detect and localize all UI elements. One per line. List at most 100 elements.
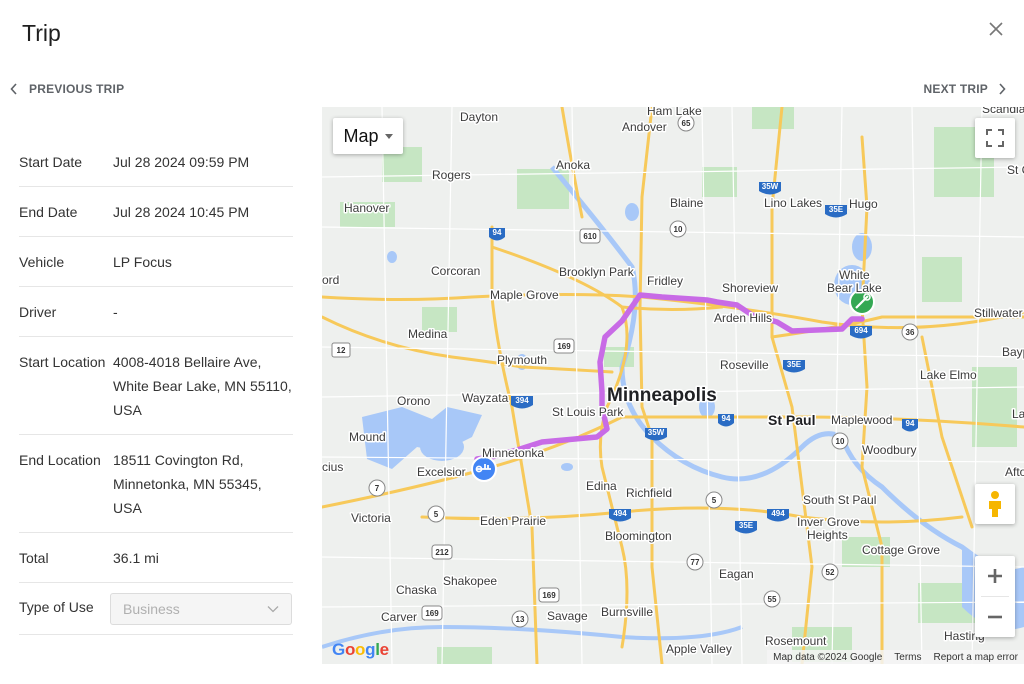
google-logo: Google [332, 640, 389, 659]
svg-text:Shakopee: Shakopee [443, 574, 497, 588]
caret-down-icon [384, 133, 393, 139]
svg-text:Maplewood: Maplewood [831, 413, 892, 427]
svg-text:Eden Prairie: Eden Prairie [480, 514, 546, 528]
svg-text:Minnetonka: Minnetonka [482, 446, 544, 460]
svg-text:La: La [1012, 407, 1024, 421]
svg-text:Lake Elmo: Lake Elmo [920, 368, 977, 382]
svg-text:Plymouth: Plymouth [497, 353, 547, 367]
detail-value: LP Focus [113, 254, 172, 270]
svg-text:Hugo: Hugo [849, 197, 878, 211]
svg-text:394: 394 [515, 396, 529, 405]
detail-row-vehicle: Vehicle LP Focus [19, 237, 293, 287]
svg-text:Brooklyn Park: Brooklyn Park [559, 265, 635, 279]
svg-text:77: 77 [691, 558, 700, 567]
svg-text:Arden Hills: Arden Hills [714, 311, 772, 325]
svg-text:94: 94 [906, 419, 915, 428]
close-icon[interactable] [985, 18, 1007, 40]
svg-text:35W: 35W [648, 428, 665, 437]
terms-link[interactable]: Terms [894, 652, 921, 663]
svg-text:65: 65 [682, 119, 691, 128]
chevron-right-icon [999, 83, 1006, 95]
svg-text:Carver: Carver [381, 610, 417, 624]
svg-text:St C: St C [1007, 163, 1024, 177]
detail-label: Driver [19, 304, 57, 320]
detail-value: 4008-4018 Bellaire Ave, White Bear Lake,… [113, 354, 292, 418]
svg-text:Rosemount: Rosemount [765, 634, 827, 648]
svg-text:cius: cius [322, 460, 343, 474]
svg-text:13: 13 [516, 615, 525, 624]
svg-text:7: 7 [375, 484, 380, 493]
svg-text:Mound: Mound [349, 430, 386, 444]
detail-row-start-date: Start Date Jul 28 2024 09:59 PM [19, 137, 293, 187]
page-title: Trip [22, 20, 61, 46]
svg-text:Fridley: Fridley [647, 274, 683, 288]
svg-text:Roseville: Roseville [720, 358, 769, 372]
report-map-error-link[interactable]: Report a map error [934, 652, 1018, 663]
svg-text:94: 94 [493, 228, 502, 237]
pegman-icon [989, 491, 1001, 517]
detail-row-total: Total 36.1 mi [19, 533, 293, 583]
fullscreen-icon [986, 129, 1004, 147]
svg-text:Maple Grove: Maple Grove [490, 288, 559, 302]
detail-row-type-of-use: Type of Use Business [19, 583, 293, 635]
svg-text:Dayton: Dayton [460, 110, 498, 124]
street-view-pegman[interactable] [975, 484, 1015, 524]
svg-text:Andover: Andover [622, 120, 667, 134]
minus-icon [988, 615, 1002, 619]
map-attribution: Map data ©2024 Google Terms Report a map… [767, 650, 1024, 664]
svg-text:Scandia: Scandia [982, 107, 1024, 116]
detail-row-driver: Driver - [19, 287, 293, 337]
zoom-controls [975, 556, 1015, 637]
map-type-toggle[interactable]: Map [333, 118, 403, 154]
next-trip-button[interactable]: NEXT TRIP [924, 82, 1006, 96]
svg-text:Apple Valley: Apple Valley [666, 642, 732, 656]
map-canvas[interactable]: 65 35W 35E 10 610 94 12 169 394 35W 94 3… [322, 107, 1024, 664]
detail-value: 36.1 mi [113, 550, 159, 566]
svg-text:Excelsior: Excelsior [417, 465, 466, 479]
type-of-use-value: Business [123, 601, 180, 617]
svg-text:Chaska: Chaska [396, 583, 437, 597]
svg-text:Ham Lake: Ham Lake [647, 107, 702, 118]
svg-text:494: 494 [613, 509, 627, 518]
svg-text:35E: 35E [829, 205, 844, 214]
svg-text:Heights: Heights [807, 528, 848, 542]
zoom-in-button[interactable] [975, 556, 1015, 596]
svg-text:Anoka: Anoka [556, 158, 590, 172]
svg-text:Shoreview: Shoreview [722, 281, 778, 295]
map-data-credit: Map data ©2024 Google [773, 651, 883, 663]
chevron-left-icon [10, 83, 17, 95]
detail-label: Total [19, 550, 49, 566]
type-of-use-select[interactable]: Business [110, 593, 292, 625]
svg-text:35E: 35E [787, 360, 802, 369]
svg-text:Victoria: Victoria [351, 511, 391, 525]
svg-text:5: 5 [712, 496, 717, 505]
fullscreen-button[interactable] [975, 118, 1015, 158]
svg-text:Bear Lake: Bear Lake [827, 281, 882, 295]
detail-row-start-location: Start Location 4008-4018 Bellaire Ave, W… [19, 337, 293, 435]
detail-row-end-location: End Location 18511 Covington Rd, Minneto… [19, 435, 293, 533]
svg-text:ord: ord [322, 273, 339, 287]
label-st-paul: St Paul [768, 412, 815, 428]
svg-text:52: 52 [826, 568, 835, 577]
svg-text:Cottage Grove: Cottage Grove [862, 543, 940, 557]
svg-text:Stillwater: Stillwater [974, 306, 1023, 320]
end-location-marker[interactable] [471, 456, 497, 482]
previous-trip-button[interactable]: PREVIOUS TRIP [10, 82, 124, 96]
svg-text:169: 169 [425, 609, 439, 618]
detail-value: - [113, 304, 118, 320]
detail-label: Start Date [19, 154, 83, 170]
svg-text:Inver Grove: Inver Grove [797, 515, 860, 529]
svg-text:Edina: Edina [586, 479, 617, 493]
plus-icon [988, 569, 1002, 583]
detail-label: Type of Use [19, 599, 94, 615]
trip-map[interactable]: 65 35W 35E 10 610 94 12 169 394 35W 94 3… [322, 107, 1024, 664]
zoom-out-button[interactable] [975, 597, 1015, 637]
svg-text:Burnsville: Burnsville [601, 605, 653, 619]
svg-text:610: 610 [583, 232, 597, 241]
previous-trip-label: PREVIOUS TRIP [29, 82, 125, 96]
chevron-down-icon [267, 606, 279, 613]
svg-text:White: White [839, 268, 870, 282]
svg-text:Bloomington: Bloomington [605, 529, 672, 543]
svg-text:Savage: Savage [547, 609, 588, 623]
svg-text:Blaine: Blaine [670, 196, 704, 210]
